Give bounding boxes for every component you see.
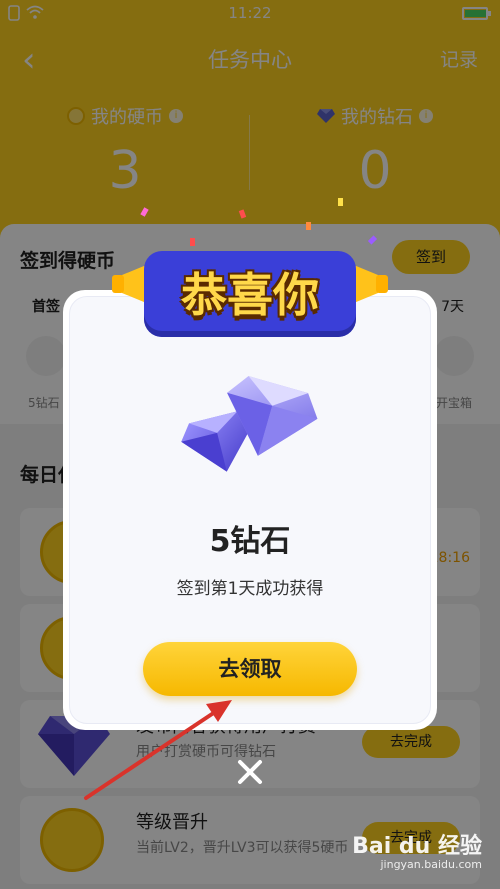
- baidu-watermark: Bai du 经验 jingyan.baidu.com: [352, 828, 482, 871]
- watermark-site: jingyan.baidu.com: [380, 858, 482, 871]
- annotation-arrow-icon: [84, 700, 232, 800]
- watermark-brand: Bai du 经验: [352, 834, 482, 859]
